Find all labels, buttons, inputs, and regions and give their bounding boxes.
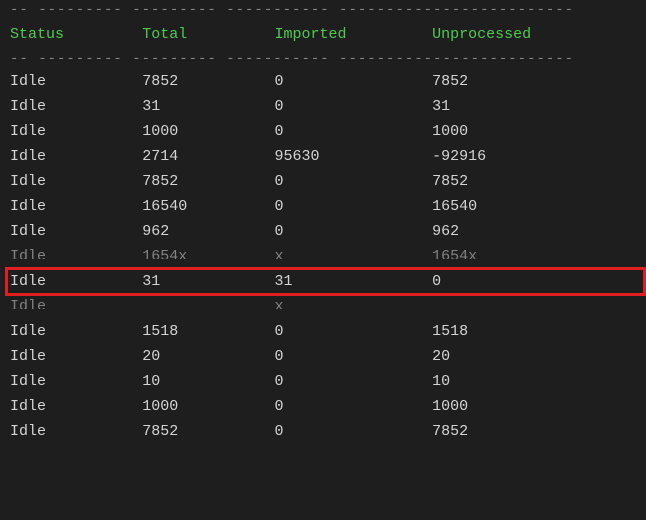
cell-status: Idle	[0, 169, 132, 194]
cell-imported: 95630	[264, 144, 422, 169]
cell-unprocessed: 16540	[422, 194, 646, 219]
cell-imported: 0	[264, 69, 422, 94]
table-row: Idle 20 0 20	[0, 344, 646, 369]
cell-status: Idle	[0, 344, 132, 369]
cell-unprocessed: 7852	[422, 419, 646, 444]
cell-total: 2714	[132, 144, 264, 169]
cell-status: Idle	[0, 244, 132, 269]
cell-unprocessed: 962	[422, 219, 646, 244]
cell-status: Idle	[0, 194, 132, 219]
cell-total: 20	[132, 344, 264, 369]
cell-unprocessed: -92916	[422, 144, 646, 169]
cell-unprocessed: 0	[422, 269, 646, 294]
cell-total: 10	[132, 369, 264, 394]
cell-unprocessed: 7852	[422, 69, 646, 94]
cell-total	[132, 294, 264, 319]
cell-unprocessed: 10	[422, 369, 646, 394]
separator-row: -- --------- --------- ----------- -----…	[0, 0, 646, 20]
table-row: Idle 2714 95630 -92916	[0, 144, 646, 169]
cell-total: 7852	[132, 169, 264, 194]
table-row: Idle 31 0 31	[0, 94, 646, 119]
cell-imported: 0	[264, 319, 422, 344]
cell-total: 1000	[132, 119, 264, 144]
cell-imported: x	[264, 244, 422, 269]
table-row: Idle 1000 0 1000	[0, 394, 646, 419]
header-row: Status Total Imported Unprocessed	[0, 20, 646, 49]
cell-status: Idle	[0, 219, 132, 244]
col-status-header: Status	[0, 20, 132, 49]
cell-total: 7852	[132, 419, 264, 444]
separator-line-2: -- --------- --------- ----------- -----…	[0, 49, 646, 69]
cell-unprocessed: 7852	[422, 169, 646, 194]
table-container: -- --------- --------- ----------- -----…	[0, 0, 646, 444]
cell-status: Idle	[0, 394, 132, 419]
cell-unprocessed	[422, 294, 646, 319]
table-row: Idle 7852 0 7852	[0, 169, 646, 194]
cell-total: 1000	[132, 394, 264, 419]
table-row: Idle 1654x x 1654x	[0, 244, 646, 269]
cell-status: Idle	[0, 419, 132, 444]
separator-line: -- --------- --------- ----------- -----…	[0, 0, 646, 20]
col-unprocessed-header: Unprocessed	[422, 20, 646, 49]
cell-status: Idle	[0, 119, 132, 144]
cell-total: 1654x	[132, 244, 264, 269]
cell-imported: 0	[264, 169, 422, 194]
table-row: iaIdle 31 31 0	[0, 269, 646, 294]
cell-status: Idle	[0, 319, 132, 344]
cell-imported: 0	[264, 394, 422, 419]
cell-imported: 0	[264, 194, 422, 219]
cell-unprocessed: 1000	[422, 119, 646, 144]
cell-imported: 0	[264, 219, 422, 244]
cell-status: iaIdle	[0, 269, 132, 294]
cell-total: 1518	[132, 319, 264, 344]
cell-unprocessed: 1518	[422, 319, 646, 344]
separator-row-2: -- --------- --------- ----------- -----…	[0, 49, 646, 69]
table-row: Idle 1000 0 1000	[0, 119, 646, 144]
cell-imported: 0	[264, 119, 422, 144]
cell-status: Idle	[0, 69, 132, 94]
table-row: Idle 1518 0 1518	[0, 319, 646, 344]
col-total-header: Total	[132, 20, 264, 49]
cell-imported: 0	[264, 419, 422, 444]
cell-status: Idle	[0, 369, 132, 394]
cell-imported: 31	[264, 269, 422, 294]
cell-total: 7852	[132, 69, 264, 94]
cell-imported: 0	[264, 369, 422, 394]
cell-imported: 0	[264, 94, 422, 119]
cell-status: Idle	[0, 144, 132, 169]
cell-total: 16540	[132, 194, 264, 219]
table-row: Idle 16540 0 16540	[0, 194, 646, 219]
col-imported-header: Imported	[264, 20, 422, 49]
table-row: Idle 962 0 962	[0, 219, 646, 244]
cell-unprocessed: 20	[422, 344, 646, 369]
cell-total: 31	[132, 94, 264, 119]
data-table: -- --------- --------- ----------- -----…	[0, 0, 646, 444]
cell-imported: x	[264, 294, 422, 319]
cell-status: Idle	[0, 294, 132, 319]
table-row: Idle 10 0 10	[0, 369, 646, 394]
cell-total: 31	[132, 269, 264, 294]
cell-unprocessed: 1654x	[422, 244, 646, 269]
cell-status: Idle	[0, 94, 132, 119]
cell-unprocessed: 31	[422, 94, 646, 119]
cell-imported: 0	[264, 344, 422, 369]
table-row: Idle 7852 0 7852	[0, 419, 646, 444]
cell-unprocessed: 1000	[422, 394, 646, 419]
table-row: Idle 7852 0 7852	[0, 69, 646, 94]
cell-total: 962	[132, 219, 264, 244]
table-row: Idle x	[0, 294, 646, 319]
